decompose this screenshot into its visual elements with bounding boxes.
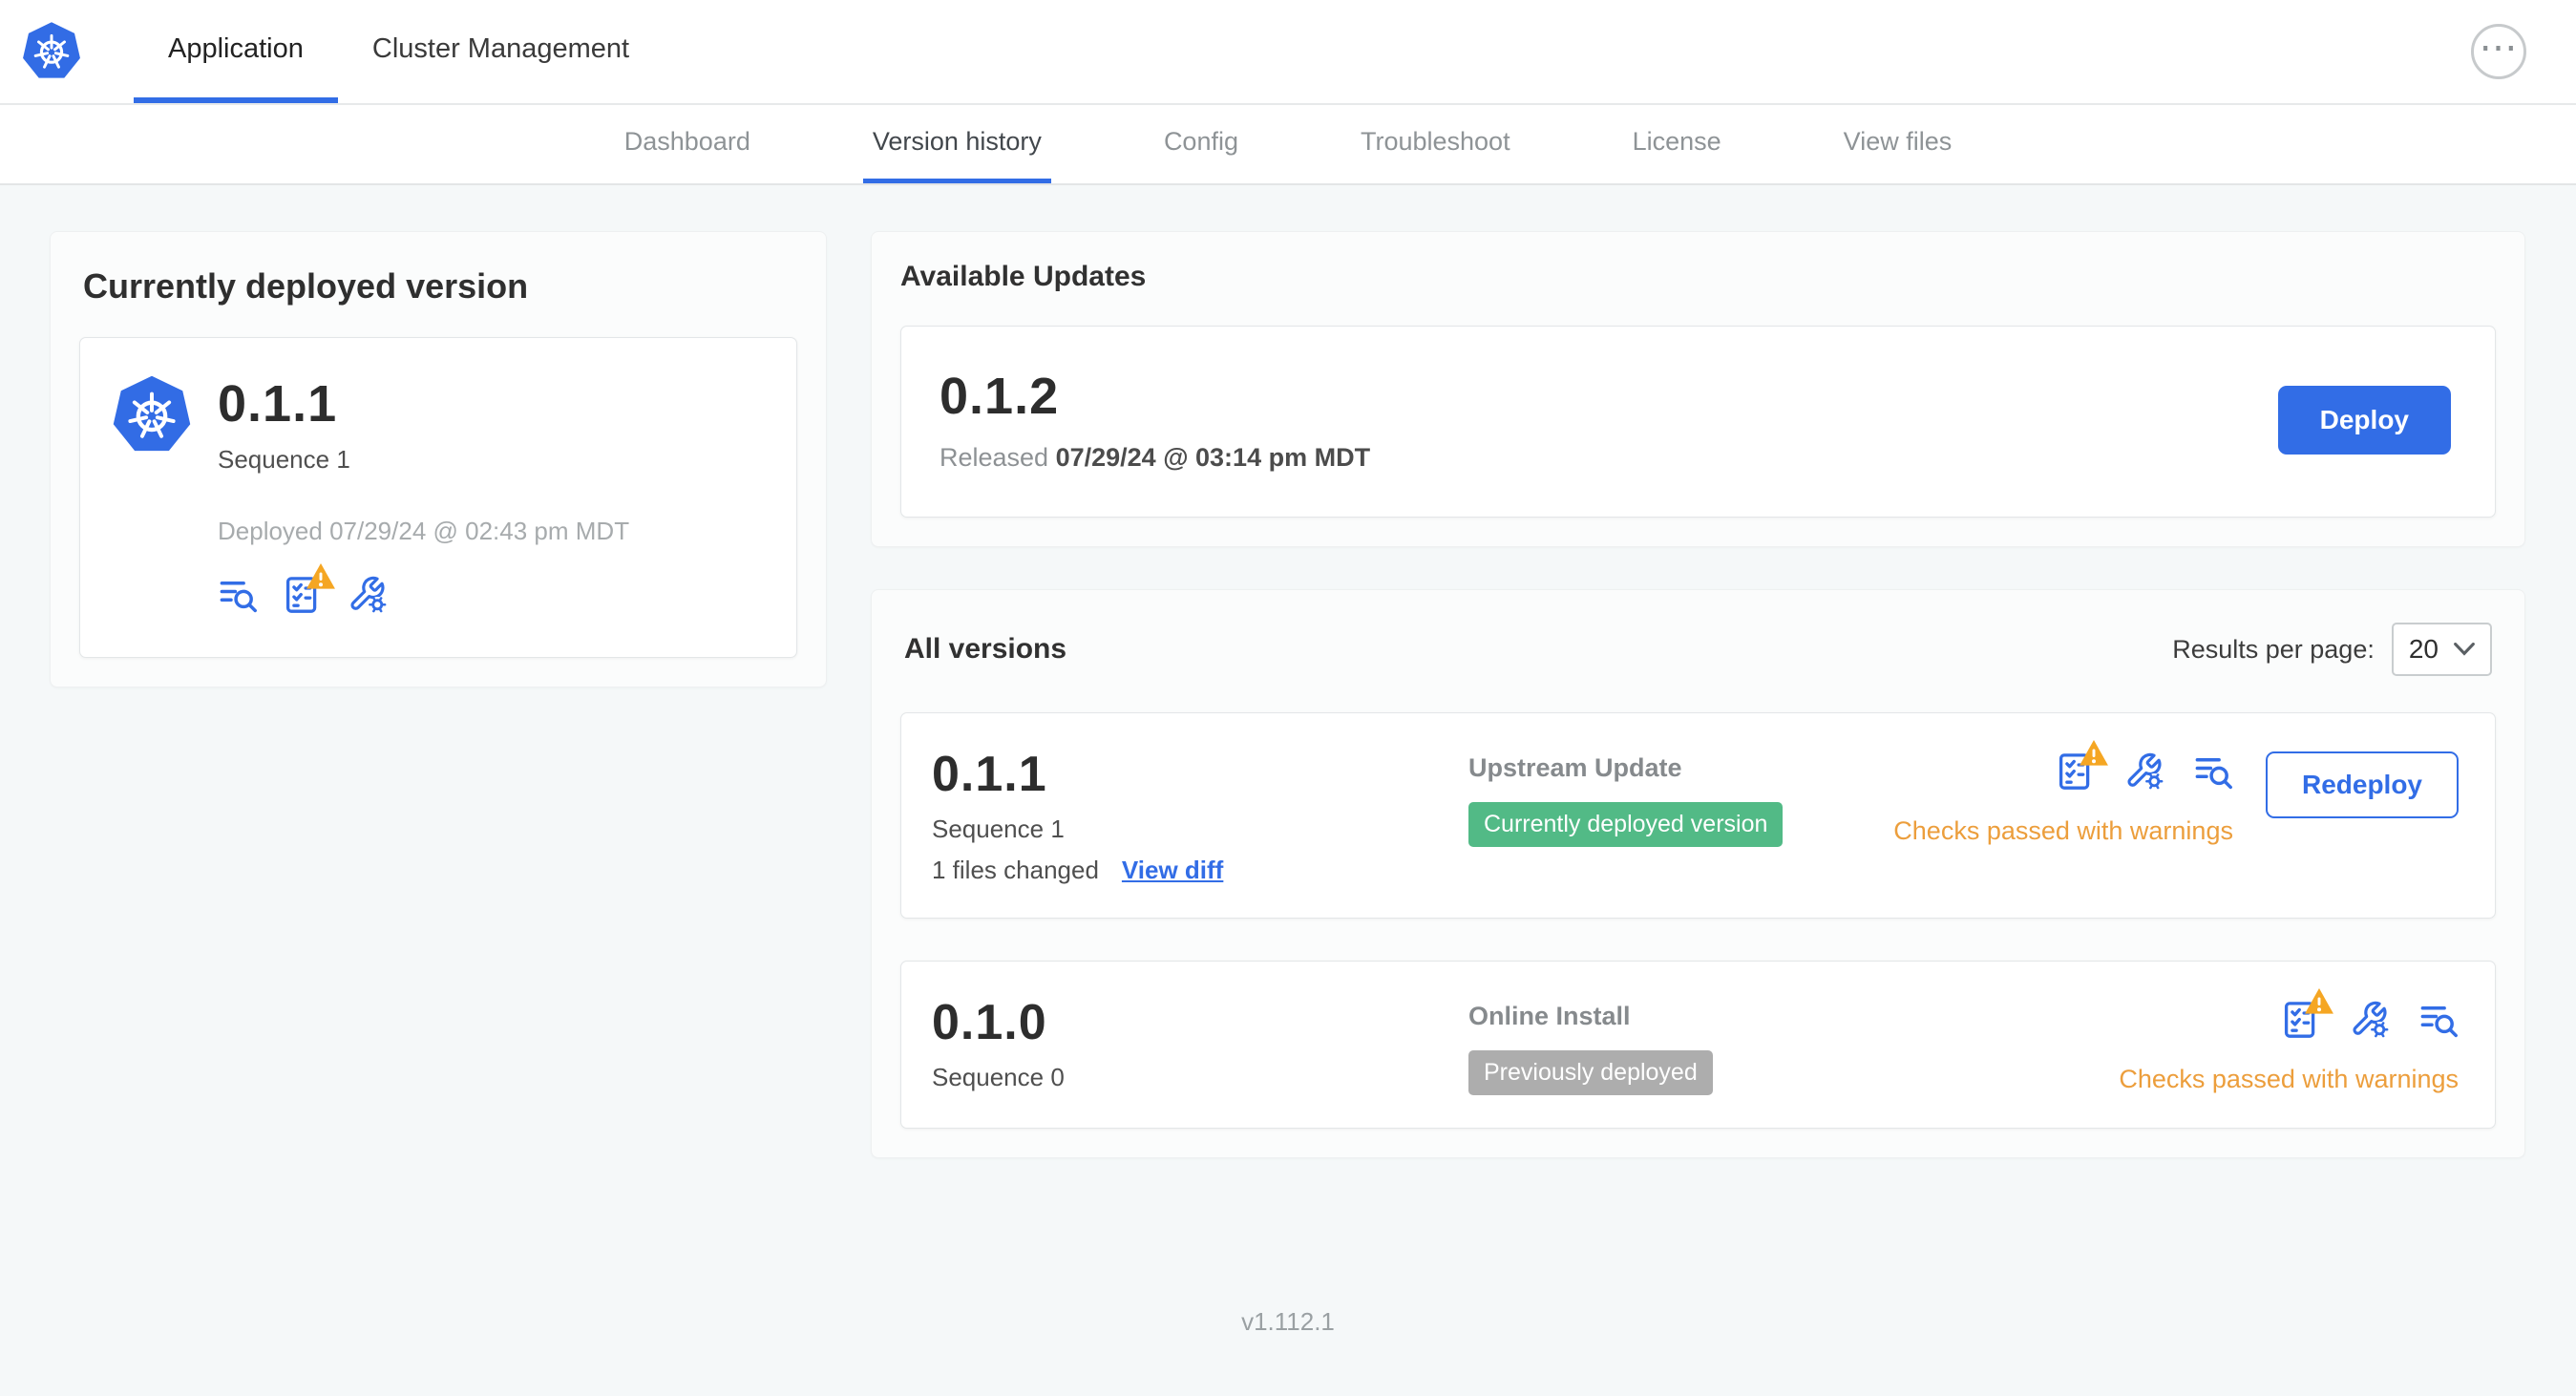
all-versions-card: All versions Results per page: 20 0.1.1 … <box>871 589 2525 1158</box>
kubernetes-logo-icon <box>21 21 82 82</box>
version-number: 0.1.1 <box>932 747 1047 802</box>
deploy-button[interactable]: Deploy <box>2277 385 2451 455</box>
deploy-logs-icon[interactable] <box>2418 1000 2459 1040</box>
tab-cluster-management[interactable]: Cluster Management <box>338 0 664 103</box>
version-row-0-1-0: 0.1.0 Sequence 0 Online Install Previous… <box>900 961 2496 1129</box>
version-actions: Checks passed with warnings Redeploy <box>1893 746 2459 846</box>
deployed-timestamp: Deployed 07/29/24 @ 02:43 pm MDT <box>218 517 630 545</box>
tab-application-label: Application <box>168 32 304 64</box>
update-released-line: Released 07/29/24 @ 03:14 pm MDT <box>940 443 1370 473</box>
footer: v1.112.1 <box>0 1269 2576 1396</box>
version-action-icons <box>2056 751 2233 792</box>
available-update-row: 0.1.2 Released 07/29/24 @ 03:14 pm MDT D… <box>900 326 2496 518</box>
tab-config[interactable]: Config <box>1154 105 1248 183</box>
version-info: 0.1.1 Sequence 1 1 files changed View di… <box>932 746 1468 885</box>
top-navbar: Application Cluster Management ⋯ <box>0 0 2576 105</box>
tab-application[interactable]: Application <box>134 0 338 103</box>
warning-triangle-icon <box>2304 986 2334 1017</box>
deploy-logs-icon[interactable] <box>218 575 258 615</box>
deployed-version-number: 0.1.1 <box>218 375 338 433</box>
source-label: Online Install <box>1468 1002 1631 1030</box>
tab-view-files-label: View files <box>1843 127 1953 156</box>
warning-triangle-icon <box>306 561 336 592</box>
version-sequence: Sequence 0 <box>932 1063 1065 1091</box>
released-label: Released <box>940 443 1049 472</box>
app-logo-icon <box>111 374 193 456</box>
tab-cluster-management-label: Cluster Management <box>371 32 630 64</box>
preflight-checks-icon[interactable] <box>2281 1000 2321 1040</box>
primary-nav: Application Cluster Management <box>134 0 664 103</box>
warning-triangle-icon <box>2079 738 2109 769</box>
version-row-0-1-1: 0.1.1 Sequence 1 1 files changed View di… <box>900 712 2496 919</box>
app-screen: Application Cluster Management ⋯ Dashboa… <box>0 0 2576 1396</box>
tab-license[interactable]: License <box>1623 105 1731 183</box>
tab-license-label: License <box>1632 127 1721 156</box>
right-column: Available Updates 0.1.2 Released 07/29/2… <box>871 231 2525 1158</box>
available-updates-card: Available Updates 0.1.2 Released 07/29/2… <box>871 231 2525 547</box>
deployed-version-panel: 0.1.1 Sequence 1 Deployed 07/29/24 @ 02:… <box>79 337 797 658</box>
checks-block: Checks passed with warnings <box>2119 1000 2459 1094</box>
deploy-logs-icon[interactable] <box>2193 751 2233 792</box>
version-number: 0.1.0 <box>932 995 1047 1050</box>
main-content: Currently deployed version 0.1.1 Sequenc… <box>0 185 2576 1158</box>
tab-config-label: Config <box>1163 127 1238 156</box>
tab-version-history-label: Version history <box>872 127 1042 156</box>
update-info: 0.1.2 Released 07/29/24 @ 03:14 pm MDT <box>940 367 1370 473</box>
version-sequence: Sequence 1 <box>932 814 1065 843</box>
tab-dashboard-label: Dashboard <box>623 127 750 156</box>
deployed-version-info: 0.1.1 Sequence 1 Deployed 07/29/24 @ 02:… <box>218 374 629 615</box>
deployed-version-actions <box>218 575 629 615</box>
deployed-sequence: Sequence 1 <box>218 445 350 474</box>
source-label: Upstream Update <box>1468 753 1682 782</box>
files-changed-line: 1 files changed View diff <box>932 856 1468 885</box>
files-changed: 1 files changed <box>932 856 1099 884</box>
app-version-label: v1.112.1 <box>1241 1307 1335 1336</box>
tab-dashboard[interactable]: Dashboard <box>615 105 760 183</box>
app-subnav: Dashboard Version history Config Trouble… <box>0 105 2576 185</box>
checks-status[interactable]: Checks passed with warnings <box>2119 1065 2459 1094</box>
tab-troubleshoot-label: Troubleshoot <box>1360 127 1510 156</box>
view-diff-link[interactable]: View diff <box>1122 856 1223 885</box>
version-source: Upstream Update Currently deployed versi… <box>1468 746 1893 847</box>
more-menu-button[interactable]: ⋯ <box>2471 24 2526 79</box>
version-info: 0.1.0 Sequence 0 <box>932 994 1468 1092</box>
available-updates-title: Available Updates <box>900 261 1147 292</box>
config-values-icon[interactable] <box>348 575 388 615</box>
update-version-number: 0.1.2 <box>940 368 1060 425</box>
version-source: Online Install Previously deployed <box>1468 994 2119 1095</box>
results-per-page: Results per page: 20 <box>2172 623 2492 676</box>
chevron-down-icon <box>2454 643 2475 656</box>
tab-version-history[interactable]: Version history <box>862 105 1051 183</box>
version-actions: Checks passed with warnings <box>2119 994 2459 1094</box>
checks-block: Checks passed with warnings <box>1893 751 2233 846</box>
results-per-page-label: Results per page: <box>2172 634 2375 664</box>
config-values-icon[interactable] <box>2350 1000 2390 1040</box>
results-per-page-value: 20 <box>2408 634 2439 664</box>
redeploy-button[interactable]: Redeploy <box>2265 751 2459 818</box>
deployed-status-badge: Previously deployed <box>1468 1050 1713 1095</box>
deployed-status-badge: Currently deployed version <box>1468 802 1784 847</box>
all-versions-title: All versions <box>904 633 1067 665</box>
released-date: 07/29/24 @ 03:14 pm MDT <box>1055 443 1371 472</box>
config-values-icon[interactable] <box>2124 751 2164 792</box>
checks-status[interactable]: Checks passed with warnings <box>1893 816 2233 846</box>
results-per-page-select[interactable]: 20 <box>2391 623 2492 676</box>
current-version-card: Currently deployed version 0.1.1 Sequenc… <box>50 231 827 687</box>
ellipsis-icon: ⋯ <box>2479 27 2519 69</box>
preflight-checks-icon[interactable] <box>2056 751 2096 792</box>
current-version-title: Currently deployed version <box>83 266 529 306</box>
version-action-icons <box>2281 1000 2459 1040</box>
tab-troubleshoot[interactable]: Troubleshoot <box>1351 105 1520 183</box>
all-versions-header: All versions Results per page: 20 <box>904 623 2492 676</box>
tab-view-files[interactable]: View files <box>1834 105 1962 183</box>
preflight-checks-icon[interactable] <box>283 575 323 615</box>
